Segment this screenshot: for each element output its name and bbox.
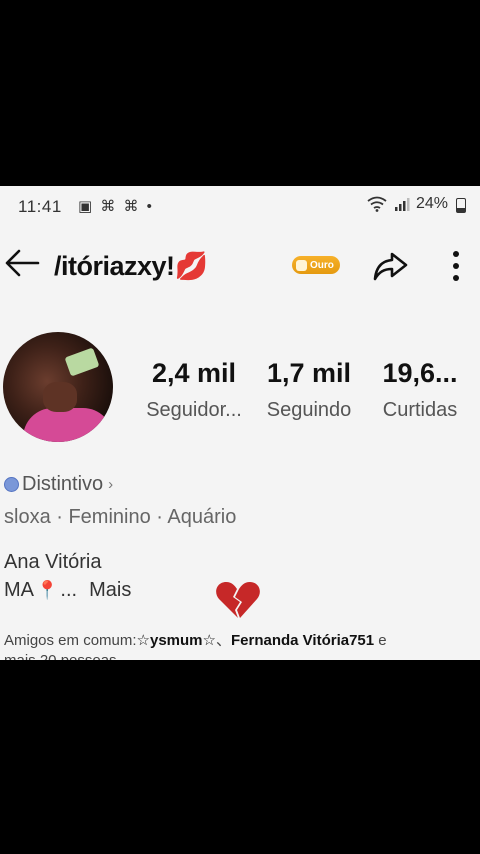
bio-more-link[interactable]: Mais (89, 579, 131, 602)
profile-header: /itóriazxy!💋 Ouro (0, 236, 480, 292)
followers-count: 2,4 mil (151, 358, 237, 388)
more-options-icon[interactable] (448, 248, 464, 284)
mutual-prefix: Amigos em comum: (4, 632, 137, 649)
mutual-friends[interactable]: Amigos em comum:☆ysmum☆、Fernanda Vitória… (4, 629, 387, 650)
status-time: 11:41 (18, 197, 62, 216)
distintivo-link[interactable]: Distintivo › (4, 473, 113, 496)
bio-state: MA (4, 579, 34, 601)
mutual-separator: 、 (215, 632, 231, 649)
mutual-friend-1[interactable]: ☆ysmum☆ (137, 632, 216, 649)
stat-likes[interactable]: 19,6... Curtidas (364, 358, 476, 422)
stat-following[interactable]: 1,7 mil Seguindo (254, 358, 364, 422)
following-label: Seguindo (266, 399, 352, 421)
followers-label: Seguidor... (146, 399, 242, 421)
likes-count: 19,6... (382, 358, 458, 388)
status-bar: 11:41 ▣ ⌘ ⌘ • 24% (0, 186, 480, 226)
bio-ellipsis: ... (60, 579, 78, 601)
bio-name: Ana Vitória (4, 551, 102, 573)
profile-username: /itóriazxy!💋 (54, 251, 208, 281)
profile-meta: sloxa · Feminino · Aquário (4, 506, 237, 528)
mutual-friend-2[interactable]: Fernanda Vitória751 (231, 632, 374, 649)
following-count: 1,7 mil (266, 358, 352, 388)
back-arrow-icon[interactable] (4, 248, 40, 278)
profile-avatar[interactable] (3, 332, 113, 442)
profile-screen: 11:41 ▣ ⌘ ⌘ • 24% /itóriazxy!💋 Ouro 2,4 … (0, 186, 480, 660)
distintivo-icon (4, 477, 19, 492)
broken-heart-icon (216, 582, 260, 618)
bio-line: MA 📍 ... Mais (4, 579, 131, 602)
distintivo-label: Distintivo (22, 473, 104, 495)
avatar-money (64, 347, 100, 377)
stat-followers[interactable]: 2,4 mil Seguidor... (138, 358, 250, 422)
chevron-right-icon: › (108, 476, 114, 493)
signal-icon (394, 198, 410, 211)
avatar-hand (43, 382, 77, 412)
mutual-more[interactable]: mais 20 pessoas (4, 652, 117, 660)
avatar-shirt (23, 408, 113, 442)
share-icon[interactable] (370, 248, 410, 284)
location-pin-icon: 📍 (36, 580, 59, 600)
wifi-icon (367, 196, 387, 212)
notification-icons: ▣ ⌘ ⌘ • (78, 198, 154, 215)
mutual-suffix: e (374, 632, 387, 649)
battery-level: 24% (415, 195, 448, 212)
tier-badge-label: Ouro (310, 259, 334, 271)
tier-badge[interactable]: Ouro (292, 256, 340, 274)
status-right: 24% (366, 195, 466, 213)
likes-label: Curtidas (382, 399, 458, 421)
battery-icon (456, 197, 466, 213)
tier-badge-icon (296, 259, 307, 271)
